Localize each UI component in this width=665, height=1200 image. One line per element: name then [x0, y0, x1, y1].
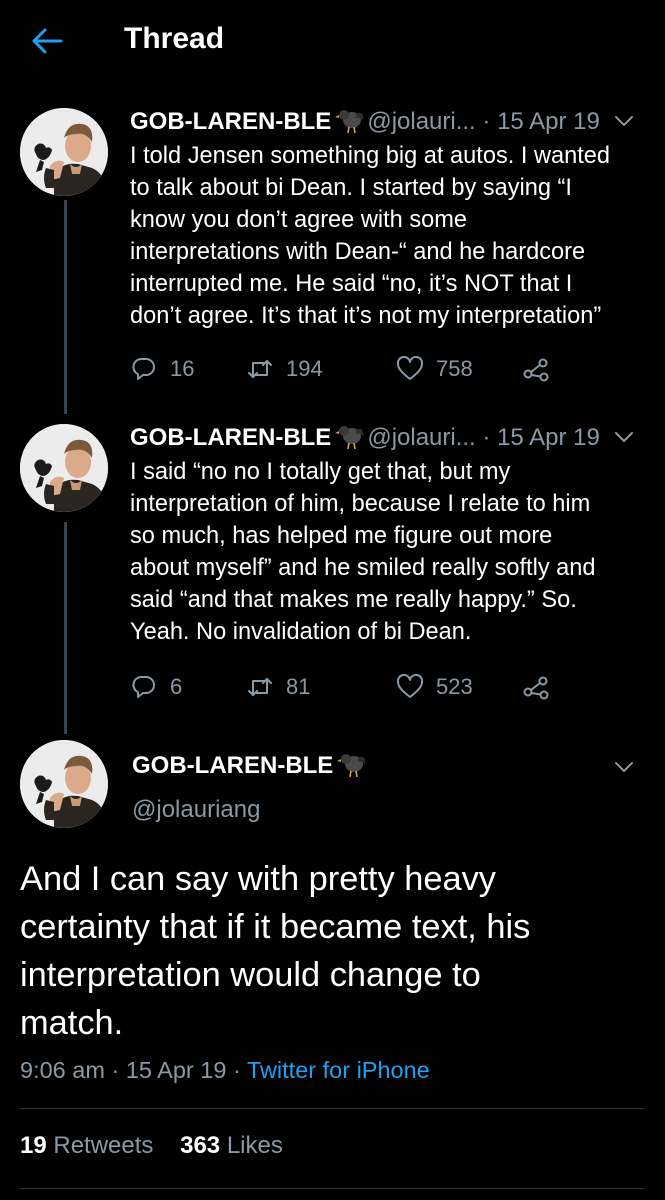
like-icon	[396, 355, 424, 383]
separator-dot: ·	[226, 1057, 247, 1083]
like-button[interactable]: 758	[396, 352, 473, 386]
like-count: 523	[436, 674, 473, 699]
display-name[interactable]: GOB-LAREN-BLE	[130, 108, 331, 135]
retweet-icon	[246, 673, 274, 701]
reply-count: 6	[170, 674, 183, 699]
avatar[interactable]	[20, 424, 108, 512]
display-name[interactable]: GOB-LAREN-BLE	[132, 752, 333, 779]
share-button[interactable]	[522, 352, 550, 386]
share-icon	[522, 673, 550, 701]
tweet-text: I told Jensen something big at autos. I …	[130, 143, 611, 329]
page-title: Thread	[124, 22, 225, 55]
handle[interactable]: @jolauri...	[367, 108, 475, 135]
bird-icon	[335, 108, 365, 134]
thread-tweet[interactable]: GOB-LAREN-BLE @jolauri... · 15 Apr 19 I t…	[0, 108, 665, 398]
divider	[20, 1188, 645, 1189]
focus-display-name[interactable]: GOB-LAREN-BLE	[132, 752, 369, 780]
separator-dot: ·	[475, 108, 498, 135]
engagement-stats: 19 Retweets 363 Likes	[20, 1132, 283, 1160]
like-icon	[396, 673, 424, 701]
thread-tweet[interactable]: GOB-LAREN-BLE @jolauri... · 15 Apr 19 I s…	[0, 424, 665, 714]
retweet-icon	[246, 355, 274, 383]
likes-label: Likes	[226, 1132, 283, 1159]
reply-button[interactable]: 16	[130, 352, 194, 386]
like-button[interactable]: 523	[396, 670, 473, 704]
source-link[interactable]: Twitter for iPhone	[247, 1057, 430, 1083]
tweet-header: GOB-LAREN-BLE @jolauri... · 15 Apr 19	[130, 424, 600, 456]
retweet-button[interactable]: 81	[246, 670, 310, 704]
reply-count: 16	[170, 356, 195, 381]
display-name[interactable]: GOB-LAREN-BLE	[130, 424, 331, 451]
tweet-date[interactable]: 15 Apr 19	[497, 108, 600, 135]
tweet-actions: 16 194 758	[130, 352, 650, 386]
retweets-label: Retweets	[53, 1132, 154, 1159]
tweet-time: 9:06 am	[20, 1057, 105, 1083]
likes-count: 363	[180, 1132, 221, 1159]
tweet-date[interactable]: 15 Apr 19	[497, 424, 600, 451]
retweets-count: 19	[20, 1132, 47, 1159]
retweet-button[interactable]: 194	[246, 352, 323, 386]
bird-icon	[337, 752, 367, 778]
reply-icon	[130, 355, 158, 383]
retweet-count: 81	[286, 674, 311, 699]
reply-icon	[130, 673, 158, 701]
tweet-header: GOB-LAREN-BLE @jolauri... · 15 Apr 19	[130, 108, 600, 140]
tweet-timestamp: 9:06 am · 15 Apr 19 · Twitter for iPhone	[20, 1057, 430, 1084]
chevron-down-icon[interactable]	[613, 114, 635, 128]
retweets-stat[interactable]: 19 Retweets	[20, 1132, 153, 1159]
back-arrow-icon[interactable]	[30, 26, 64, 56]
separator-dot: ·	[475, 424, 498, 451]
tweet-date: 15 Apr 19	[125, 1057, 227, 1083]
avatar[interactable]	[20, 740, 108, 828]
like-count: 758	[436, 356, 473, 381]
share-icon	[522, 355, 550, 383]
tweet-text: I said “no no I totally get that, but my…	[130, 459, 596, 645]
handle[interactable]: @jolauri...	[367, 424, 475, 451]
tweet-actions: 6 81 523	[130, 670, 650, 704]
chevron-down-icon[interactable]	[613, 760, 635, 774]
likes-stat[interactable]: 363 Likes	[180, 1132, 283, 1159]
share-button[interactable]	[522, 670, 550, 704]
reply-button[interactable]: 6	[130, 670, 182, 704]
chevron-down-icon[interactable]	[613, 430, 635, 444]
focus-tweet-text: And I can say with pretty heavy certaint…	[20, 860, 531, 1042]
divider	[20, 1108, 645, 1109]
handle[interactable]: @jolauriang	[132, 796, 260, 824]
retweet-count: 194	[286, 356, 323, 381]
bird-icon	[335, 424, 365, 450]
top-bar: Thread	[0, 0, 665, 82]
avatar[interactable]	[20, 108, 108, 196]
separator-dot: ·	[104, 1057, 126, 1083]
